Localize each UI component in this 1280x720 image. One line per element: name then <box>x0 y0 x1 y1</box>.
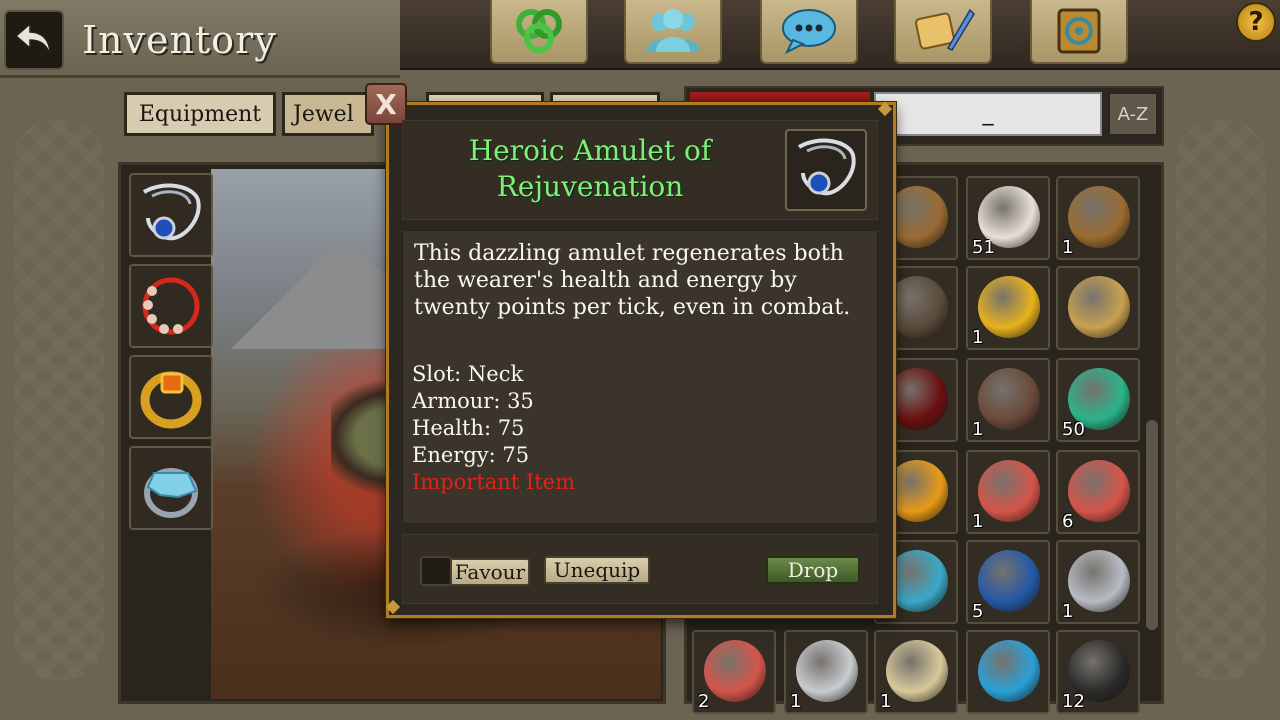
help-button[interactable]: ? <box>1236 2 1276 42</box>
pearl-necklace-icon <box>142 277 200 335</box>
coin-icon <box>1068 186 1130 248</box>
item-description: This dazzling amulet regenerates both th… <box>414 241 851 320</box>
inventory-slot[interactable]: 1 <box>1056 176 1140 260</box>
inventory-slot[interactable] <box>966 630 1050 714</box>
item-count: 1 <box>972 419 984 440</box>
inventory-slot[interactable]: 2 <box>692 630 776 714</box>
silver-ring-icon <box>796 640 858 702</box>
back-button[interactable] <box>4 10 64 70</box>
item-count: 1 <box>1062 601 1074 622</box>
guild-banner-icon <box>1057 8 1101 54</box>
amulet-icon <box>142 183 201 241</box>
stat-armour: Armour: 35 <box>412 389 534 413</box>
friends-button[interactable] <box>624 0 722 64</box>
inventory-slot[interactable]: 1 <box>874 630 958 714</box>
skills-button[interactable] <box>490 0 588 64</box>
triskele-icon <box>516 9 562 53</box>
item-count: 51 <box>972 237 995 258</box>
chat-button[interactable] <box>760 0 858 64</box>
red-gem-icon <box>1068 460 1130 522</box>
sapphire-ring-icon <box>978 640 1040 702</box>
drop-button[interactable]: Drop <box>766 556 860 584</box>
inventory-slot[interactable]: 51 <box>966 176 1050 260</box>
item-count: 2 <box>698 691 710 712</box>
equip-slot-ring-1[interactable] <box>129 355 213 439</box>
staff-icon <box>1068 276 1130 338</box>
quests-button[interactable] <box>894 0 992 64</box>
inventory-scrollbar[interactable] <box>1146 420 1158 630</box>
item-count: 1 <box>972 327 984 348</box>
favour-button[interactable]: Favour <box>450 558 530 586</box>
page-title: Inventory <box>82 18 277 62</box>
left-celtic-border <box>14 120 104 680</box>
dagger-icon <box>1068 550 1130 612</box>
item-count: 1 <box>972 511 984 532</box>
tab-equipment[interactable]: Equipment <box>124 92 276 136</box>
orb-icon <box>978 550 1040 612</box>
item-count: 5 <box>972 601 984 622</box>
item-count: 1 <box>1062 237 1074 258</box>
speech-bubble-icon <box>782 9 836 55</box>
inventory-slot[interactable]: 1 <box>784 630 868 714</box>
right-celtic-border <box>1176 120 1266 680</box>
stat-health: Health: 75 <box>412 416 525 440</box>
scroll-quill-icon <box>914 8 975 51</box>
equip-slot-ring-2[interactable] <box>129 446 213 530</box>
sort-button[interactable]: A-Z <box>1108 92 1158 136</box>
amulet-icon <box>797 138 856 196</box>
inventory-slot[interactable]: 1 <box>966 450 1050 534</box>
back-arrow-icon <box>14 22 51 55</box>
close-button[interactable]: X <box>365 83 407 125</box>
inventory-slot[interactable]: 6 <box>1056 450 1140 534</box>
item-count: 12 <box>1062 691 1085 712</box>
inventory-slot[interactable]: 12 <box>1056 630 1140 714</box>
item-count: 6 <box>1062 511 1074 532</box>
red-gem-icon <box>704 640 766 702</box>
item-count: 1 <box>880 691 892 712</box>
favour-checkbox[interactable] <box>420 556 452 586</box>
item-count: 50 <box>1062 419 1085 440</box>
guild-button[interactable] <box>1030 0 1128 64</box>
red-gem-icon <box>978 460 1040 522</box>
inventory-slot[interactable]: 1 <box>1056 540 1140 624</box>
item-name: Heroic Amulet of Rejuvenation <box>468 134 712 203</box>
scroll-rose-icon <box>886 640 948 702</box>
inventory-slot[interactable]: 1 <box>966 358 1050 442</box>
item-icon-frame <box>785 129 867 211</box>
equip-slot-necklace[interactable] <box>129 264 213 348</box>
feather-icon <box>978 368 1040 430</box>
inventory-slot[interactable]: 50 <box>1056 358 1140 442</box>
tab-jewel[interactable]: Jewel <box>282 92 374 136</box>
inventory-slot[interactable]: 1 <box>966 266 1050 350</box>
item-count: 1 <box>790 691 802 712</box>
gold-ring-icon <box>140 371 202 429</box>
group-icon <box>646 9 700 52</box>
crystal-ring-icon <box>144 468 198 518</box>
stat-slot: Slot: Neck <box>412 362 524 386</box>
important-item-label: Important Item <box>412 470 576 494</box>
inventory-slot[interactable]: 5 <box>966 540 1050 624</box>
search-input[interactable]: _ <box>874 92 1102 136</box>
stat-energy: Energy: 75 <box>412 443 530 467</box>
skull-coin-icon <box>978 276 1040 338</box>
unequip-button[interactable]: Unequip <box>544 556 650 584</box>
equip-slot-neck[interactable] <box>129 173 213 257</box>
inventory-slot[interactable] <box>1056 266 1140 350</box>
